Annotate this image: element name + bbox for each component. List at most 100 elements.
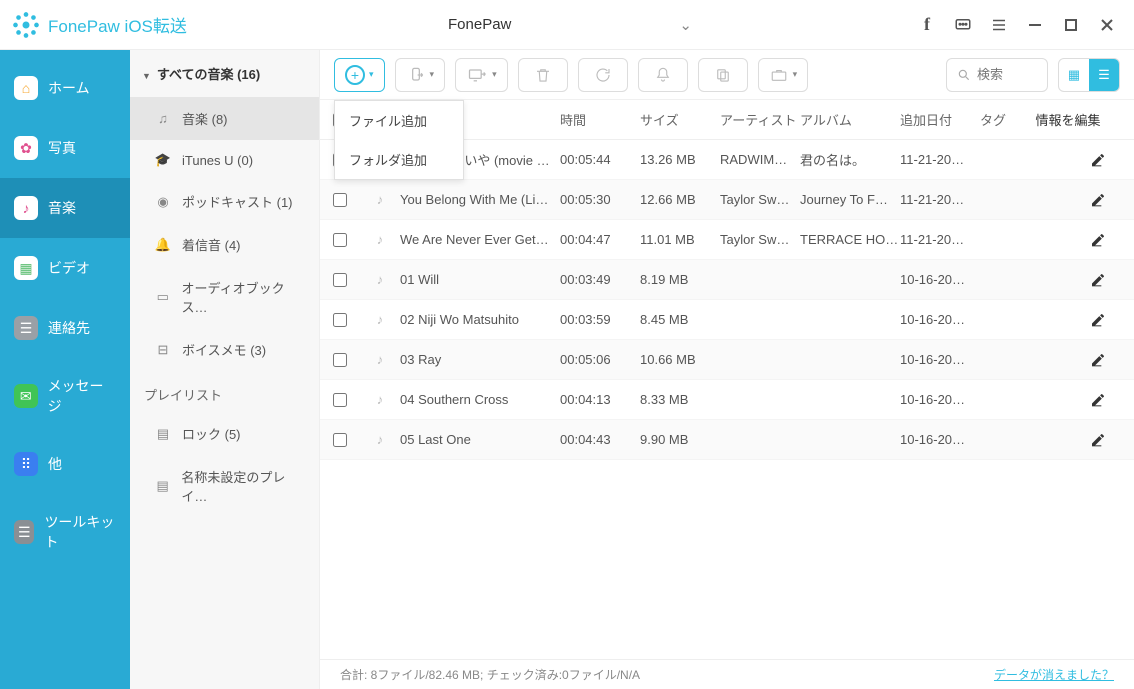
contact-icon: ☰ — [14, 316, 38, 340]
side-node-label: 名称未設定のプレイ… — [181, 467, 307, 505]
add-folder-item[interactable]: フォルダ追加 — [335, 140, 463, 179]
col-date[interactable]: 追加日付 — [900, 110, 980, 129]
row-artist: RADWIM… — [720, 152, 800, 167]
device-selector[interactable]: FonePaw ⌄ — [440, 16, 692, 34]
playlist-icon: ▤ — [154, 426, 172, 442]
grid-view-button[interactable]: ▦ — [1059, 59, 1089, 91]
row-date: 10-16-20… — [900, 352, 980, 367]
row-edit-button[interactable] — [1030, 232, 1134, 248]
list-view-button[interactable]: ☰ — [1089, 59, 1119, 91]
refresh-button[interactable] — [578, 58, 628, 92]
row-album: TERRACE HO… — [800, 232, 900, 247]
side-all-music[interactable]: すべての音楽 (16) — [130, 50, 319, 97]
row-time: 00:04:13 — [560, 392, 640, 407]
table-row[interactable]: ♪01 Will00:03:498.19 MB10-16-20… — [320, 260, 1134, 300]
nav-contact[interactable]: ☰連絡先 — [0, 298, 130, 358]
dedupe-button[interactable] — [698, 58, 748, 92]
row-checkbox[interactable] — [333, 233, 347, 247]
search-input[interactable] — [977, 67, 1037, 82]
col-edit[interactable]: 情報を編集 — [1030, 110, 1134, 129]
export-pc-button[interactable]: ▾ — [455, 58, 508, 92]
menu-icon[interactable] — [990, 16, 1008, 34]
row-checkbox[interactable] — [333, 313, 347, 327]
data-lost-link[interactable]: データが消えました？ — [994, 666, 1114, 683]
video-icon: ▦ — [14, 256, 38, 280]
caret-down-icon: ▾ — [430, 69, 435, 80]
row-size: 11.01 MB — [640, 232, 720, 247]
maximize-button[interactable] — [1062, 16, 1080, 34]
music-file-icon: ♪ — [360, 232, 400, 247]
status-bar: 合計: 8ファイル/82.46 MB; チェック済み:0ファイル/N/A データ… — [320, 659, 1134, 689]
add-button[interactable]: +▾ — [334, 58, 385, 92]
nav-photo[interactable]: ✿写真 — [0, 118, 130, 178]
row-edit-button[interactable] — [1030, 432, 1134, 448]
side-node-label: ボイスメモ (3) — [182, 340, 266, 359]
delete-button[interactable] — [518, 58, 568, 92]
col-size[interactable]: サイズ — [640, 110, 720, 129]
caret-down-icon: ▾ — [492, 69, 497, 80]
music-file-icon: ♪ — [360, 352, 400, 367]
side-playlist-untitled[interactable]: ▤名称未設定のプレイ… — [130, 455, 319, 517]
side-playlist-rock[interactable]: ▤ロック (5) — [130, 412, 319, 455]
row-edit-button[interactable] — [1030, 392, 1134, 408]
table-row[interactable]: ♪We Are Never Ever Gett…00:04:4711.01 MB… — [320, 220, 1134, 260]
row-edit-button[interactable] — [1030, 192, 1134, 208]
export-device-button[interactable]: ▾ — [395, 58, 446, 92]
row-edit-button[interactable] — [1030, 152, 1134, 168]
music-icon: ♪ — [14, 196, 38, 220]
search-box[interactable] — [946, 58, 1048, 92]
row-edit-button[interactable] — [1030, 312, 1134, 328]
message-icon: ✉ — [14, 384, 38, 408]
add-file-item[interactable]: ファイル追加 — [335, 101, 463, 140]
side-node-voicememo[interactable]: ⊟ ボイスメモ (3) — [130, 328, 319, 371]
photo-icon: ✿ — [14, 136, 38, 160]
row-checkbox[interactable] — [333, 273, 347, 287]
row-size: 8.19 MB — [640, 272, 720, 287]
view-mode-toggle: ▦ ☰ — [1058, 58, 1120, 92]
table-row[interactable]: ♪05 Last One00:04:439.90 MB10-16-20… — [320, 420, 1134, 460]
row-edit-button[interactable] — [1030, 272, 1134, 288]
home-icon: ⌂ — [14, 76, 38, 100]
row-size: 13.26 MB — [640, 152, 720, 167]
feedback-icon[interactable] — [954, 16, 972, 34]
side-node-itunesu[interactable]: 🎓iTunes U (0) — [130, 140, 319, 180]
side-node-label: ポッドキャスト (1) — [182, 192, 293, 211]
row-date: 10-16-20… — [900, 432, 980, 447]
nav-music[interactable]: ♪音楽 — [0, 178, 130, 238]
close-button[interactable] — [1098, 16, 1116, 34]
row-name: You Belong With Me (Li… — [400, 192, 560, 207]
row-name: We Are Never Ever Gett… — [400, 232, 560, 247]
nav-toolkit-label: ツールキット — [44, 512, 116, 552]
facebook-icon[interactable]: f — [918, 16, 936, 34]
row-edit-button[interactable] — [1030, 352, 1134, 368]
side-node-label: オーディオブックス… — [182, 278, 307, 316]
col-artist[interactable]: アーティスト — [720, 110, 800, 129]
table-row[interactable]: ♪03 Ray00:05:0610.66 MB10-16-20… — [320, 340, 1134, 380]
nav-message[interactable]: ✉メッセージ — [0, 358, 130, 434]
nav-video-label: ビデオ — [48, 258, 90, 278]
col-tag[interactable]: タグ — [980, 110, 1030, 129]
row-checkbox[interactable] — [333, 193, 347, 207]
voicememo-icon: ⊟ — [154, 342, 172, 358]
side-node-audiobook[interactable]: ▭オーディオブックス… — [130, 266, 319, 328]
row-artist: Taylor Sw… — [720, 232, 800, 247]
table-row[interactable]: ♪02 Niji Wo Matsuhito00:03:598.45 MB10-1… — [320, 300, 1134, 340]
nav-toolkit[interactable]: ☰ツールキット — [0, 494, 130, 570]
side-node-ringtone[interactable]: 🔔着信音 (4) — [130, 223, 319, 266]
col-time[interactable]: 時間 — [560, 110, 640, 129]
side-node-podcast[interactable]: ◉ポッドキャスト (1) — [130, 180, 319, 223]
row-checkbox[interactable] — [333, 353, 347, 367]
row-checkbox[interactable] — [333, 393, 347, 407]
toolbox-button[interactable]: ▾ — [758, 58, 809, 92]
col-album[interactable]: アルバム — [800, 110, 900, 129]
side-node-label: iTunes U (0) — [182, 153, 253, 168]
minimize-button[interactable] — [1026, 16, 1044, 34]
table-row[interactable]: ♪You Belong With Me (Li…00:05:3012.66 MB… — [320, 180, 1134, 220]
nav-other[interactable]: ⠿他 — [0, 434, 130, 494]
nav-home[interactable]: ⌂ホーム — [0, 58, 130, 118]
ringtone-button[interactable] — [638, 58, 688, 92]
table-row[interactable]: ♪04 Southern Cross00:04:138.33 MB10-16-2… — [320, 380, 1134, 420]
row-checkbox[interactable] — [333, 433, 347, 447]
nav-video[interactable]: ▦ ビデオ — [0, 238, 130, 298]
side-node-music[interactable]: ♫音楽 (8) — [130, 97, 319, 140]
